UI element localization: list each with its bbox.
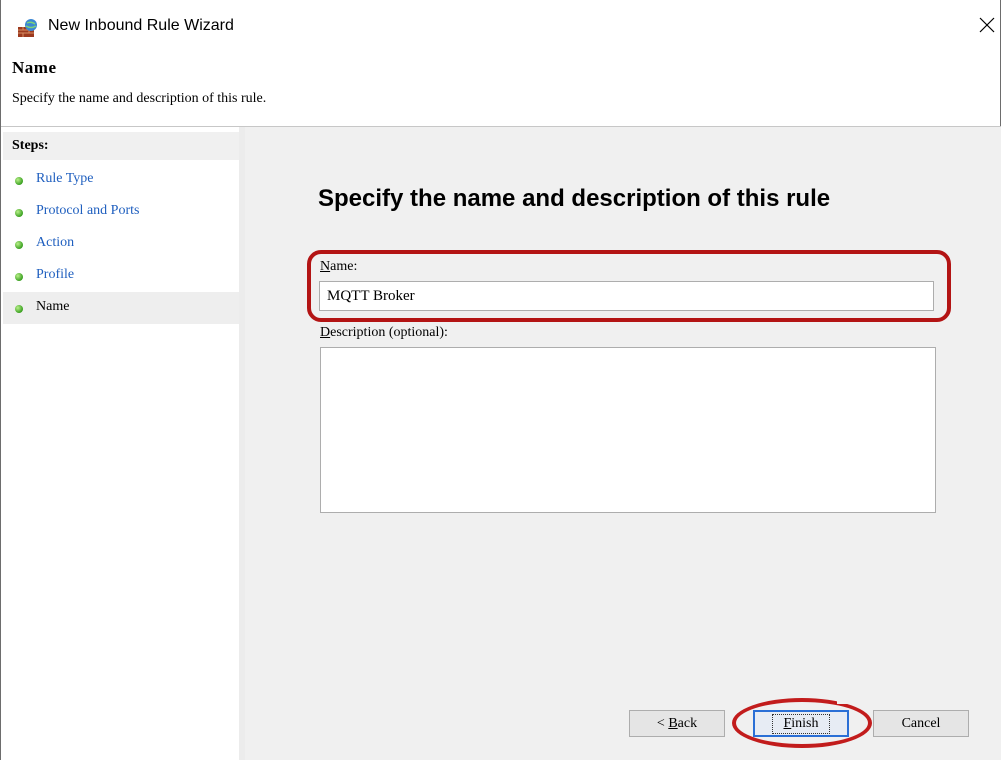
steps-panel: Steps: Rule Type Protocol and Ports Acti… bbox=[3, 127, 239, 760]
step-rule-type[interactable]: Rule Type bbox=[3, 164, 239, 196]
step-name[interactable]: Name bbox=[3, 292, 239, 324]
firewall-app-icon bbox=[17, 18, 39, 38]
cancel-button[interactable]: Cancel bbox=[873, 710, 969, 737]
step-status-icon bbox=[15, 241, 23, 249]
name-label: Name: bbox=[320, 259, 358, 274]
step-label: Protocol and Ports bbox=[36, 203, 140, 218]
description-textarea[interactable] bbox=[320, 347, 936, 513]
description-label: Description (optional): bbox=[320, 325, 448, 340]
name-input[interactable] bbox=[319, 281, 934, 311]
step-status-icon bbox=[15, 177, 23, 185]
step-status-icon bbox=[15, 209, 23, 217]
step-protocol-and-ports[interactable]: Protocol and Ports bbox=[3, 196, 239, 228]
step-label: Rule Type bbox=[36, 171, 94, 186]
steps-header: Steps: bbox=[3, 132, 239, 160]
wizard-window: New Inbound Rule Wizard Name Specify the… bbox=[0, 0, 1001, 760]
close-button[interactable] bbox=[972, 10, 1001, 40]
step-status-icon bbox=[15, 305, 23, 313]
window-title: New Inbound Rule Wizard bbox=[48, 17, 234, 34]
steps-heading: Steps: bbox=[12, 138, 49, 153]
finish-highlight-gap bbox=[837, 696, 855, 704]
step-label: Action bbox=[36, 235, 75, 250]
page-subtitle: Specify the name and description of this… bbox=[12, 91, 267, 106]
finish-button[interactable]: Finish bbox=[753, 710, 849, 737]
title-bar: New Inbound Rule Wizard bbox=[1, 0, 1001, 48]
back-button[interactable]: < Back bbox=[629, 710, 725, 737]
main-heading: Specify the name and description of this… bbox=[318, 185, 831, 212]
step-label: Name bbox=[36, 299, 70, 314]
main-panel: Specify the name and description of this… bbox=[245, 127, 1001, 760]
step-status-icon bbox=[15, 273, 23, 281]
step-profile[interactable]: Profile bbox=[3, 260, 239, 292]
step-action[interactable]: Action bbox=[3, 228, 239, 260]
close-icon bbox=[979, 17, 995, 33]
page-title: Name bbox=[12, 58, 57, 77]
step-label: Profile bbox=[36, 267, 75, 282]
